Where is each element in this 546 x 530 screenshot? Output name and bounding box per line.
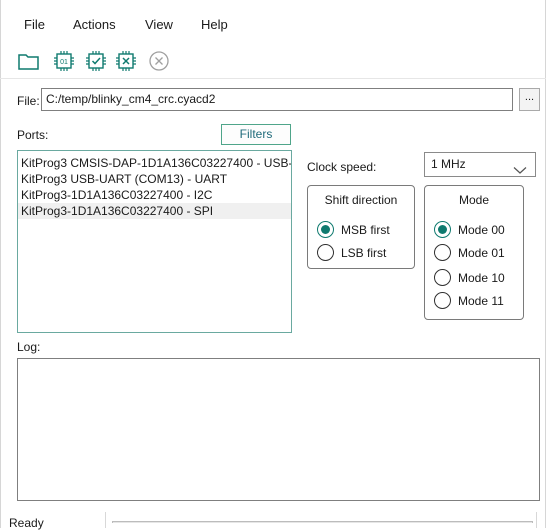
browse-button[interactable]: ...	[519, 88, 540, 111]
port-item[interactable]: KitProg3 CMSIS-DAP-1D1A136C03227400 - US…	[18, 155, 291, 171]
menu-view[interactable]: View	[145, 14, 173, 36]
read-glyph: 01	[60, 59, 68, 66]
mode-10-option[interactable]: Mode 10	[434, 269, 505, 286]
shift-direction-title: Shift direction	[324, 193, 398, 207]
clock-speed-label: Clock speed:	[307, 160, 377, 174]
log-label: Log:	[17, 340, 41, 354]
mode-00-label: Mode 00	[458, 222, 505, 237]
menu-actions[interactable]: Actions	[73, 14, 116, 36]
shift-lsb-label: LSB first	[341, 245, 387, 260]
mode-10-label: Mode 10	[458, 270, 505, 285]
menu-bar: File Actions View Help	[0, 14, 546, 36]
filters-button[interactable]: Filters	[221, 124, 291, 145]
chevron-down-icon	[513, 160, 527, 183]
menu-file[interactable]: File	[24, 14, 45, 36]
mode-00-option[interactable]: Mode 00	[434, 221, 505, 238]
open-file-button[interactable]	[17, 50, 41, 72]
mode-11-label: Mode 11	[458, 293, 504, 308]
toolbar-divider	[0, 78, 546, 79]
chip-read-icon: 01	[53, 50, 75, 72]
clock-speed-value: 1 MHz	[431, 157, 466, 171]
radio-selected-icon	[317, 221, 334, 238]
cancel-icon	[148, 50, 170, 72]
radio-unselected-icon	[434, 269, 451, 286]
ports-list[interactable]: KitProg3 CMSIS-DAP-1D1A136C03227400 - US…	[17, 150, 292, 333]
progress-bar	[112, 521, 533, 523]
log-output[interactable]	[17, 358, 540, 501]
verify-button[interactable]	[84, 50, 108, 72]
status-bar: Ready	[0, 504, 546, 530]
shift-msb-label: MSB first	[341, 222, 390, 237]
menu-help[interactable]: Help	[201, 14, 228, 36]
file-label: File:	[17, 94, 40, 108]
clock-speed-select[interactable]: 1 MHz	[424, 152, 536, 177]
read-button[interactable]: 01	[52, 50, 76, 72]
erase-button[interactable]	[114, 50, 138, 72]
port-item[interactable]: KitProg3 USB-UART (COM13) - UART	[18, 171, 291, 187]
status-divider	[536, 512, 537, 528]
radio-selected-icon	[434, 221, 451, 238]
port-item[interactable]: KitProg3-1D1A136C03227400 - I2C	[18, 187, 291, 203]
shift-direction-group: Shift direction MSB first LSB first	[307, 185, 415, 269]
mode-01-option[interactable]: Mode 01	[434, 244, 505, 261]
shift-msb-option[interactable]: MSB first	[317, 221, 390, 238]
folder-open-icon	[17, 51, 41, 71]
file-path-field[interactable]: C:/temp/blinky_cm4_crc.cyacd2	[41, 88, 513, 111]
radio-unselected-icon	[317, 244, 334, 261]
status-divider	[105, 512, 106, 528]
mode-title: Mode	[458, 193, 490, 207]
port-item-selected[interactable]: KitProg3-1D1A136C03227400 - SPI	[18, 203, 291, 219]
mode-01-label: Mode 01	[458, 245, 505, 260]
ports-label: Ports:	[17, 128, 49, 142]
shift-lsb-option[interactable]: LSB first	[317, 244, 386, 261]
mode-group: Mode Mode 00 Mode 01 Mode 10 Mode 11	[424, 185, 524, 320]
chip-verify-icon	[85, 50, 107, 72]
radio-unselected-icon	[434, 292, 451, 309]
radio-unselected-icon	[434, 244, 451, 261]
mode-11-option[interactable]: Mode 11	[434, 292, 504, 309]
chip-erase-icon	[115, 50, 137, 72]
stop-button[interactable]	[147, 50, 171, 72]
